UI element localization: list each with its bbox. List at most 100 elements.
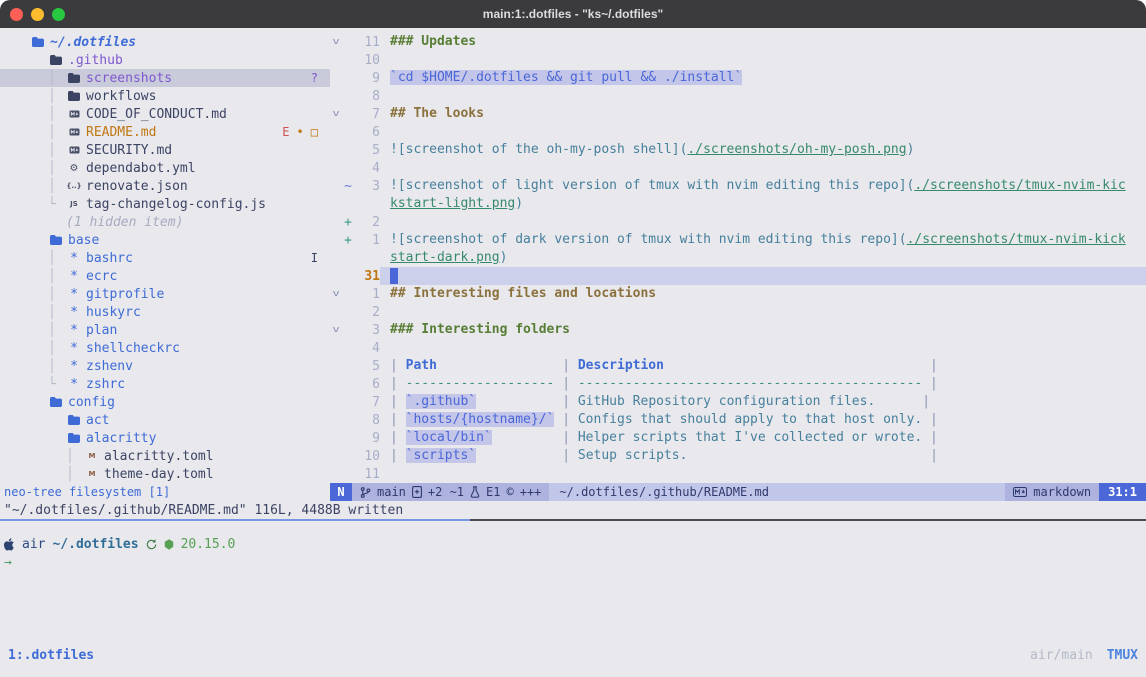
tree-item[interactable]: │*huskyrc — [0, 303, 330, 321]
fold-marker-icon[interactable]: v — [330, 325, 344, 335]
shell-pane[interactable]: air ~/.dotfiles 20.15.0 → — [0, 521, 1146, 646]
tree-guide: └ — [48, 197, 66, 212]
line-text — [380, 123, 1146, 141]
tree-guide: │ — [48, 143, 66, 158]
braces-icon: {..} — [66, 182, 82, 190]
editor-line[interactable]: 4 — [330, 159, 1146, 177]
prompt-arrow: → — [4, 553, 1142, 571]
text-segment: ![screenshot of dark version of tmux wit… — [390, 232, 907, 247]
tree-item[interactable]: ~/.dotfiles — [0, 33, 330, 51]
editor-line[interactable]: v3### Interesting folders — [330, 321, 1146, 339]
line-text: | `scripts` | Setup scripts. | — [380, 447, 1146, 465]
tree-item[interactable]: │*zshenv — [0, 357, 330, 375]
tree-item[interactable]: │workflows — [0, 87, 330, 105]
line-number: 4 — [354, 341, 380, 356]
tree-guide: │ — [48, 341, 66, 356]
editor-line[interactable]: 9| `local/bin` | Helper scripts that I'v… — [330, 429, 1146, 447]
tree-item-label: ~/.dotfiles — [50, 35, 136, 50]
tree-item-label: SECURITY.md — [86, 143, 172, 158]
editor-line[interactable]: 4 — [330, 339, 1146, 357]
fold-marker-icon[interactable]: v — [330, 37, 344, 47]
text-segment — [687, 448, 922, 463]
editor-line[interactable]: 5| Path | Description | — [330, 357, 1146, 375]
editor-line[interactable]: 8 — [330, 87, 1146, 105]
line-number: 5 — [354, 143, 380, 158]
line-number: 9 — [354, 431, 380, 446]
folder-icon — [30, 37, 46, 47]
tree-item[interactable]: └*zshrc — [0, 375, 330, 393]
tree-item[interactable]: (1 hidden item) — [0, 213, 330, 231]
line-number: 11 — [354, 35, 380, 50]
editor-line[interactable]: 9`cd $HOME/.dotfiles && git pull && ./in… — [330, 69, 1146, 87]
line-text: `cd $HOME/.dotfiles && git pull && ./ins… — [380, 69, 1146, 87]
tree-item[interactable]: │Malacritty.toml — [0, 447, 330, 465]
editor-line[interactable]: +1![screenshot of dark version of tmux w… — [330, 231, 1146, 249]
editor-line[interactable]: start-dark.png) — [330, 249, 1146, 267]
editor-line[interactable]: kstart-light.png) — [330, 195, 1146, 213]
editor-line[interactable]: 10| `scripts` | Setup scripts. | — [330, 447, 1146, 465]
git-diff: +2 ~1 — [428, 485, 464, 499]
tree-guide: │ — [48, 287, 66, 302]
tree-item[interactable]: base — [0, 231, 330, 249]
tree-item[interactable]: │CODE_OF_CONDUCT.md — [0, 105, 330, 123]
fold-marker-icon[interactable]: v — [330, 109, 344, 119]
markdown-icon — [1013, 487, 1027, 497]
tree-item-label: config — [68, 395, 115, 410]
tree-item-label: plan — [86, 323, 117, 338]
tmux-statusbar: 1:.dotfiles air/main TMUX — [0, 646, 1146, 664]
tree-item[interactable]: │*gitprofile — [0, 285, 330, 303]
tree-guide: │ — [48, 305, 66, 320]
tmux-right: air/main TMUX — [1030, 648, 1138, 663]
editor-line[interactable]: 31 — [330, 267, 1146, 285]
git-sign: ~ — [342, 179, 354, 194]
tree-item[interactable]: └JStag-changelog-config.js — [0, 195, 330, 213]
copyright-icon: © — [506, 485, 513, 499]
shell-prompt: air ~/.dotfiles 20.15.0 — [4, 535, 1142, 553]
editor-line[interactable]: 11 — [330, 465, 1146, 483]
star-icon: * — [66, 377, 82, 392]
text-segment: Description — [578, 358, 664, 373]
tree-item[interactable]: act — [0, 411, 330, 429]
tree-item[interactable]: │{..}renovate.json — [0, 177, 330, 195]
tree-item[interactable]: │*shellcheckrc — [0, 339, 330, 357]
editor-line[interactable]: v7## The looks — [330, 105, 1146, 123]
editor-line[interactable]: 10 — [330, 51, 1146, 69]
line-number: 3 — [354, 179, 380, 194]
editor-line[interactable]: 6 — [330, 123, 1146, 141]
tree-item[interactable]: .github — [0, 51, 330, 69]
editor-line[interactable]: 8| `hosts/{hostname}/` | Configs that sh… — [330, 411, 1146, 429]
editor-line[interactable]: 5![screenshot of the oh-my-posh shell](.… — [330, 141, 1146, 159]
tree-item[interactable]: │ SECURITY.md — [0, 141, 330, 159]
text-segment: start-dark.png — [390, 250, 500, 265]
tree-item[interactable]: │*ecrc — [0, 267, 330, 285]
tree-item[interactable]: │*plan — [0, 321, 330, 339]
star-icon: * — [66, 359, 82, 374]
folder-icon — [48, 235, 64, 245]
editor-line[interactable]: 6| ------------------- | ---------------… — [330, 375, 1146, 393]
fold-marker-icon[interactable]: v — [330, 289, 344, 299]
folder-icon — [66, 415, 82, 425]
tree-item[interactable]: config — [0, 393, 330, 411]
git-branch: main — [377, 485, 406, 499]
editor-line[interactable]: v1## Interesting files and locations — [330, 285, 1146, 303]
editor-line[interactable]: +2 — [330, 213, 1146, 231]
tree-guide: │ — [48, 269, 66, 284]
tree-item[interactable]: │*bashrcI — [0, 249, 330, 267]
line-number: 6 — [354, 125, 380, 140]
text-segment: ) — [500, 250, 508, 265]
tree-item[interactable]: │Mtheme-day.toml — [0, 465, 330, 483]
tree-item[interactable]: alacritty — [0, 429, 330, 447]
line-text — [380, 213, 1146, 231]
text-segment: | — [390, 376, 406, 391]
editor-line[interactable]: 7| `.github` | GitHub Repository configu… — [330, 393, 1146, 411]
tree-item[interactable]: │screenshots? — [0, 69, 330, 87]
tree-item[interactable]: │README.mdE•□ — [0, 123, 330, 141]
editor-line[interactable]: 2 — [330, 303, 1146, 321]
prompt-cwd: ~/.dotfiles — [52, 537, 138, 552]
tmux-window-tab[interactable]: 1:.dotfiles — [8, 648, 94, 663]
editor-line[interactable]: v11### Updates — [330, 33, 1146, 51]
line-text: ![screenshot of the oh-my-posh shell](./… — [380, 141, 1146, 159]
text-segment: | — [554, 394, 577, 409]
editor-line[interactable]: ~3![screenshot of light version of tmux … — [330, 177, 1146, 195]
tree-item[interactable]: │⚙dependabot.yml — [0, 159, 330, 177]
